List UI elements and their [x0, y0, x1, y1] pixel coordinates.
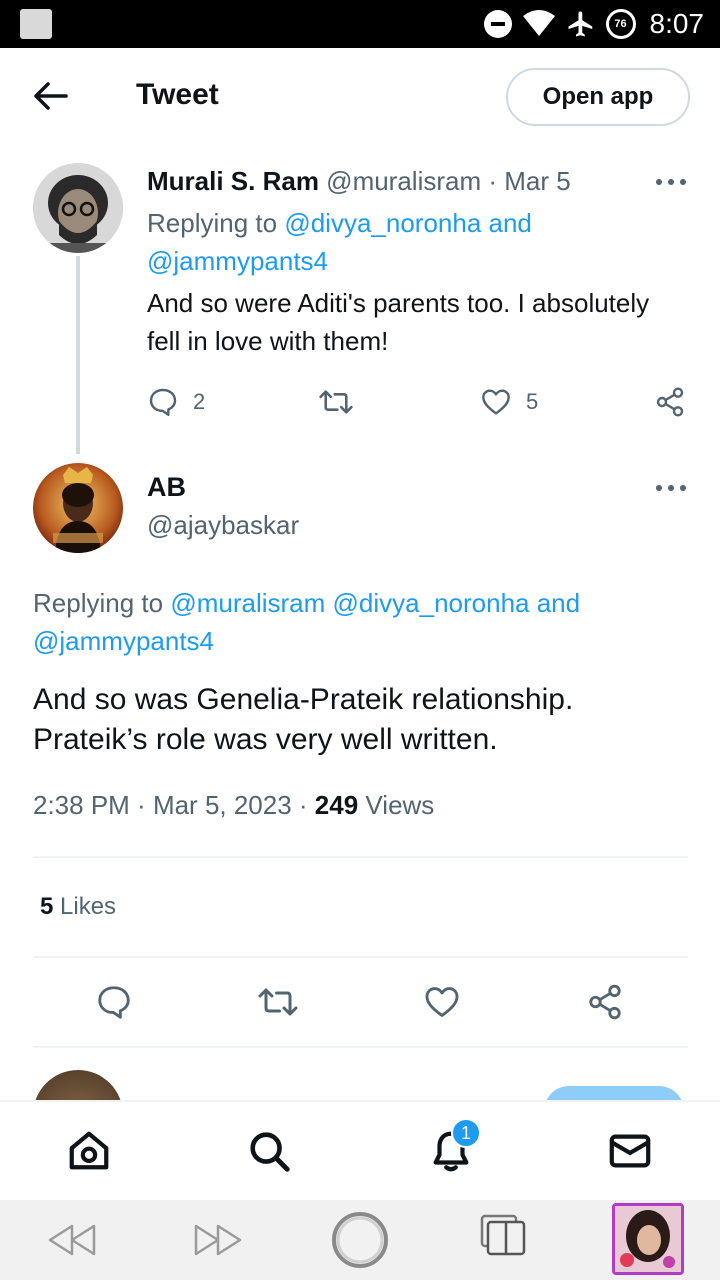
like-button[interactable]: 5 — [480, 386, 538, 418]
more-options-icon[interactable] — [656, 178, 686, 186]
messages-icon[interactable] — [607, 1128, 653, 1174]
views-label: Views — [365, 790, 435, 820]
thread-line — [76, 256, 80, 454]
tweet-meta: 2:38 PM · Mar 5, 2023 · 249 Views — [33, 790, 435, 820]
display-name[interactable]: Murali S. Ram — [147, 166, 319, 196]
likes-label: Likes — [60, 893, 117, 920]
mention-and: and — [481, 208, 532, 238]
reply-count: 2 — [193, 389, 206, 414]
tweet-text: And so were Aditi's parents too. I absol… — [147, 288, 650, 356]
rewind-icon[interactable] — [46, 1220, 98, 1260]
share-button[interactable] — [654, 386, 686, 418]
handle[interactable]: @ajaybaskar — [147, 510, 299, 541]
bottom-navigation — [0, 1100, 720, 1200]
search-icon[interactable] — [246, 1128, 292, 1174]
tweet-text: And so was Genelia-Prateik relationship.… — [33, 683, 574, 756]
like-count: 5 — [526, 389, 539, 414]
wifi-icon — [522, 10, 555, 36]
tweet-author-line: Murali S. Ram @muralisram · Mar 5 — [147, 166, 571, 197]
battery-icon: 76 — [605, 9, 636, 39]
likes-summary[interactable]: 5 Likes — [40, 893, 116, 921]
reply-icon — [149, 388, 177, 416]
notification-icon — [20, 9, 52, 39]
mention-link[interactable]: @jammypants4 — [147, 246, 328, 276]
views-count: 249 — [314, 790, 359, 820]
system-navigation-bar — [0, 1200, 720, 1280]
replying-to: Replying to @divya_noronha and @jammypant… — [147, 208, 532, 276]
back-arrow-icon[interactable] — [30, 78, 70, 114]
retweet-icon[interactable] — [256, 984, 300, 1020]
reply-button[interactable]: 2 — [147, 386, 205, 418]
retweet-button[interactable] — [318, 386, 354, 418]
handle-and-date: @muralisram · Mar 5 — [326, 166, 571, 196]
share-icon[interactable] — [586, 983, 624, 1021]
tweet-time[interactable]: 2:38 PM — [33, 790, 130, 820]
notification-badge: 1 — [451, 1118, 481, 1148]
status-bar: 76 8:07 — [0, 0, 720, 48]
likes-count: 5 — [40, 893, 54, 920]
divider — [33, 1046, 688, 1048]
clock: 8:07 — [649, 8, 705, 39]
reply-icon[interactable] — [95, 983, 133, 1021]
mention-and: and — [529, 588, 581, 618]
retweet-icon — [319, 390, 353, 414]
replying-to: Replying to @muralisram @divya_noronha a… — [33, 588, 581, 656]
mention-link[interactable]: @divya_noronha — [284, 208, 481, 238]
more-options-icon[interactable] — [656, 484, 686, 492]
mention-link[interactable]: @jammypants4 — [33, 626, 214, 656]
page-title: Tweet — [136, 78, 219, 111]
share-icon — [656, 387, 684, 417]
top-app-bar: Tweet Open app — [0, 48, 720, 144]
open-app-button[interactable]: Open app — [506, 68, 690, 126]
avatar[interactable] — [33, 463, 123, 553]
mention-link[interactable]: @divya_noronha — [333, 588, 530, 618]
divider — [33, 956, 688, 958]
heart-icon[interactable] — [423, 983, 461, 1021]
do-not-disturb-icon — [483, 10, 512, 38]
home-icon[interactable] — [66, 1128, 112, 1174]
heart-icon — [482, 389, 510, 415]
mention-link[interactable]: @muralisram — [170, 588, 325, 618]
tabs-icon[interactable] — [480, 1214, 528, 1256]
fast-forward-icon[interactable] — [192, 1220, 244, 1260]
profile-thumbnail[interactable] — [612, 1203, 684, 1275]
avatar[interactable] — [33, 163, 123, 253]
display-name[interactable]: AB — [147, 472, 186, 503]
airplane-icon — [568, 11, 592, 37]
divider — [33, 856, 688, 858]
tweet-date[interactable]: Mar 5, 2023 — [153, 790, 292, 820]
home-circle-icon[interactable] — [330, 1210, 390, 1270]
